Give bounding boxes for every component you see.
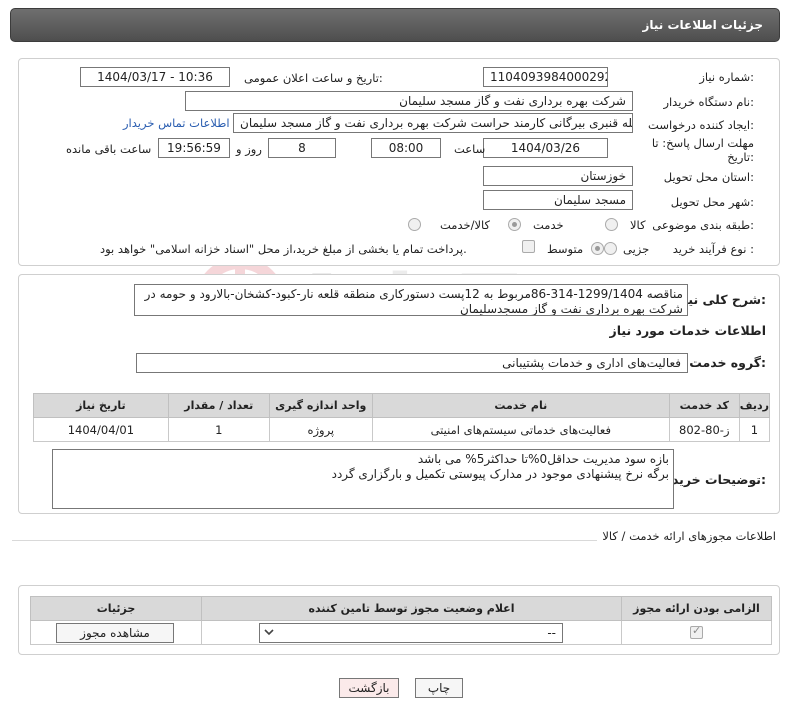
cell-service-code: ز-80-802 <box>668 417 740 442</box>
treasury-payment-checkbox[interactable] <box>522 240 535 253</box>
process-option-medium: متوسط <box>547 242 584 256</box>
buyer-notes-textarea[interactable]: بازه سود مدیریت حداقل0%تا حداکثر5% می با… <box>52 449 674 509</box>
cell-service-name: فعالیت‌های خدماتی سیستم‌های امنیتی <box>371 417 670 442</box>
category-radio-service[interactable] <box>508 218 521 231</box>
cell-need-date: 1404/04/01 <box>33 417 169 442</box>
category-radio-goods[interactable] <box>605 218 618 231</box>
table-row: 1 ز-80-802 فعالیت‌های خدماتی سیستم‌های ا… <box>33 417 771 442</box>
category-option-both: کالا/خدمت <box>440 218 491 232</box>
city-field: مسجد سلیمان <box>483 190 633 210</box>
col-permit-required: الزامی بودن ارائه مجوز <box>621 596 772 621</box>
province-field: خوزستان <box>483 166 633 186</box>
remaining-time-field: 19:56:59 <box>158 138 230 158</box>
permits-section-title: اطلاعات مجوزهای ارائه خدمت / کالا <box>602 529 776 543</box>
buyer-notes-line-2: برگه نرخ پیشنهادی موجود در مدارک پیوستی … <box>331 467 669 481</box>
chevron-down-icon <box>263 626 275 641</box>
col-row-number: ردیف <box>738 393 771 418</box>
permit-required-checkbox <box>690 624 703 639</box>
page-header: جزئیات اطلاعات نیاز <box>10 8 780 42</box>
category-option-service: خدمت <box>533 218 564 232</box>
remaining-time-label: ساعت باقی مانده <box>66 142 152 156</box>
need-number-field: 1104093984000292 <box>483 67 608 87</box>
permits-header-row: الزامی بودن ارائه مجوز اعلام وضعیت مجوز … <box>30 596 772 621</box>
need-number-label: شماره نیاز: <box>699 70 754 84</box>
buyer-notes-label: توضیحات خریدار: <box>660 472 766 487</box>
category-label: طبقه بندی موضوعی: <box>652 218 754 232</box>
service-group-label: گروه خدمت: <box>689 355 766 370</box>
contact-buyer-link[interactable]: اطلاعات تماس خریدار <box>123 116 230 130</box>
summary-textarea[interactable]: مناقصه 1299/1404-314-86مربوط به 12پست دس… <box>134 284 688 316</box>
treasury-payment-note: پرداخت تمام یا بخشی از مبلغ خرید،از محل … <box>100 242 467 256</box>
page-title: جزئیات اطلاعات نیاز <box>642 18 763 32</box>
print-button[interactable]: چاپ <box>415 678 463 698</box>
col-permit-status: اعلام وضعیت مجوز توسط تامین کننده <box>201 596 622 621</box>
category-option-goods: کالا <box>630 218 646 232</box>
buyer-label: نام دستگاه خریدار: <box>663 95 754 109</box>
col-service-name: نام خدمت <box>371 393 670 418</box>
cell-quantity: 1 <box>167 417 270 442</box>
creator-label: ایجاد کننده درخواست: <box>648 118 754 132</box>
col-need-date: تاریخ نیاز <box>33 393 169 418</box>
services-header-row: ردیف کد خدمت نام خدمت واحد اندازه گیری ت… <box>33 393 771 418</box>
days-label: روز و <box>236 142 262 156</box>
process-label: نوع فرآیند خرید : <box>672 242 754 256</box>
process-radio-minor[interactable] <box>604 242 617 255</box>
deadline-time-label: ساعت <box>454 142 486 156</box>
service-group-field: فعالیت‌های اداری و خدمات پشتیبانی <box>136 353 688 373</box>
back-button[interactable]: بازگشت <box>339 678 399 698</box>
buyer-notes-line-1: بازه سود مدیریت حداقل0%تا حداکثر5% می با… <box>417 452 669 466</box>
process-radio-medium[interactable] <box>591 242 604 255</box>
deadline-label: مهلت ارسال پاسخ: تا تاریخ: <box>651 136 754 164</box>
category-radio-both[interactable] <box>408 218 421 231</box>
col-service-code: کد خدمت <box>668 393 740 418</box>
cell-unit: پروژه <box>268 417 373 442</box>
creator-field: فرج الله قنبری بیرگانی کارمند حراست شرکت… <box>233 113 633 133</box>
buyer-field: شرکت بهره برداری نفت و گاز مسجد سلیمان <box>185 91 633 111</box>
announce-datetime-field: 1404/03/17 - 10:36 <box>80 67 230 87</box>
permits-divider <box>12 540 597 541</box>
services-section-title: اطلاعات خدمات مورد نیاز <box>609 323 767 338</box>
col-quantity: تعداد / مقدار <box>167 393 270 418</box>
announce-label: تاریخ و ساعت اعلان عمومی: <box>244 71 383 85</box>
province-label: استان محل تحویل: <box>663 170 754 184</box>
process-option-minor: جزیی <box>623 242 650 256</box>
col-permit-details: جزئیات <box>30 596 202 621</box>
services-table: ردیف کد خدمت نام خدمت واحد اندازه گیری ت… <box>33 393 771 442</box>
col-unit: واحد اندازه گیری <box>268 393 373 418</box>
deadline-time-field: 08:00 <box>371 138 441 158</box>
cell-permit-required <box>621 620 772 645</box>
summary-label: شرح کلی نیاز: <box>676 292 767 307</box>
permit-status-select[interactable]: -- <box>259 623 563 643</box>
city-label: شهر محل تحویل: <box>670 195 754 209</box>
cell-row-number: 1 <box>738 417 771 442</box>
permit-status-value: -- <box>547 626 556 640</box>
view-permit-button[interactable]: مشاهده مجوز <box>56 623 174 643</box>
deadline-date-field: 1404/03/26 <box>483 138 608 158</box>
days-remaining-field: 8 <box>268 138 336 158</box>
